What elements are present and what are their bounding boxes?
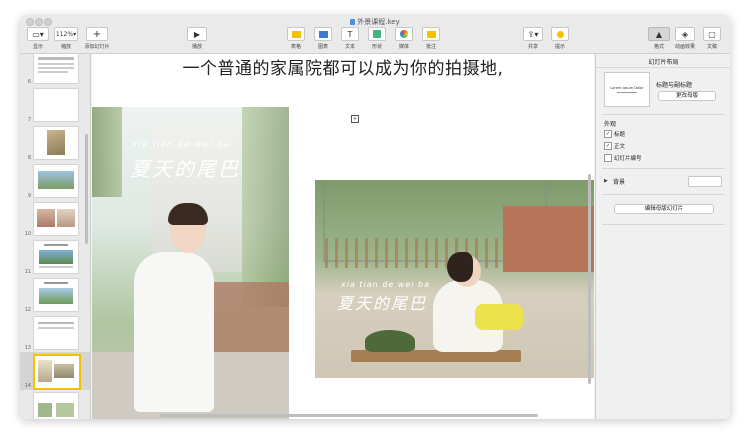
brick-wall-shape <box>212 282 289 352</box>
keynote-window: 外景课程.key ▭▾ 显示 112% ▾ 缩放 + 添加幻灯片 ▶ 播放 表格 … <box>20 15 730 419</box>
inspector-divider <box>602 114 725 115</box>
view-icon: ▭▾ <box>27 27 49 41</box>
slide-canvas[interactable]: 一个普通的家属院都可以成为你的拍摄地, xia tian de wei ba 夏… <box>92 54 594 419</box>
share-button[interactable]: ⇪▾ 共享 <box>522 27 544 50</box>
overlay-pinyin-left: xia tian de wei ba <box>132 140 230 150</box>
zoom-select[interactable]: 112% ▾ <box>54 27 78 41</box>
thumbnail-image <box>33 164 79 198</box>
comment-icon <box>422 27 440 41</box>
slide-number-checkbox[interactable] <box>604 154 612 162</box>
play-button[interactable]: ▶ 播放 <box>186 27 208 50</box>
keynote-doc-icon <box>350 19 356 25</box>
body-checkbox-label: 正文 <box>614 144 626 150</box>
share-icon: ⇪▾ <box>523 27 543 41</box>
table-icon <box>287 27 305 41</box>
text-icon: T <box>341 27 359 41</box>
lightbulb-icon <box>551 27 569 41</box>
media-button[interactable]: 媒体 <box>394 27 414 50</box>
chart-button[interactable]: 图表 <box>313 27 333 50</box>
zoom-control[interactable]: 112% ▾ 缩放 <box>54 27 78 50</box>
slide-thumbnail[interactable]: 12 <box>20 276 90 314</box>
comment-button[interactable]: 批注 <box>421 27 441 50</box>
document-button[interactable]: ▢ 文稿 <box>702 27 722 50</box>
slide-navigator[interactable]: 6 7 8 9 10 11 12 13 14 <box>20 54 91 419</box>
girl-hair-shape <box>447 252 473 282</box>
canvas-horizontal-scrollbar[interactable] <box>160 414 538 417</box>
background-color-well[interactable] <box>688 176 722 187</box>
girl-dress-shape <box>134 252 214 412</box>
document-icon: ▢ <box>703 27 721 41</box>
brick-building-shape <box>503 206 594 272</box>
slide-thumbnail[interactable]: 7 <box>20 86 90 124</box>
navigator-scrollbar[interactable] <box>85 134 88 244</box>
animate-icon: ◈ <box>675 27 695 41</box>
slide-thumbnail[interactable]: 15 <box>20 390 90 419</box>
slide-photo-right[interactable]: xia tian de wei ba 夏天的尾巴 <box>315 180 594 378</box>
chart-icon <box>314 27 332 41</box>
view-button[interactable]: ▭▾ 显示 <box>26 27 50 50</box>
slide-thumbnail-selected[interactable]: 14 <box>20 352 90 390</box>
overlay-pinyin-right: xia tian de wei ba <box>341 280 431 289</box>
thumbnail-image <box>33 392 79 419</box>
thumbnail-image <box>33 54 79 84</box>
canvas-vertical-scrollbar[interactable] <box>588 174 591 384</box>
slide-thumbnail[interactable]: 11 <box>20 238 90 276</box>
girl-hair-shape <box>168 203 208 225</box>
media-placeholder-icon[interactable]: + <box>351 115 359 123</box>
tips-button[interactable]: 提示 <box>550 27 570 50</box>
window-title: 外景课程.key <box>20 17 730 27</box>
girl-legs-shape <box>475 304 523 330</box>
overlay-chars-right: 夏天的尾巴 <box>337 294 428 313</box>
layout-thumb-line <box>617 92 637 93</box>
thumbnail-image <box>33 88 79 122</box>
slide-thumbnail[interactable]: 9 <box>20 162 90 200</box>
slide-photo-left[interactable]: xia tian de wei ba 夏天的尾巴 <box>92 107 289 419</box>
body-checkbox[interactable]: ✓ <box>604 142 612 150</box>
inspector-divider <box>602 194 725 195</box>
shape-button[interactable]: 形状 <box>367 27 387 50</box>
inspector-panel: 幻灯片布局 Lorem Ipsum Dolor 标题与副标题 更改母版 外观 ✓… <box>595 54 730 419</box>
inspector-divider <box>602 224 725 225</box>
edit-master-slide-button[interactable]: 编辑母版幻灯片 <box>614 204 714 214</box>
format-button[interactable]: ▲ 格式 <box>648 27 670 50</box>
paintbrush-icon: ▲ <box>648 27 670 41</box>
layout-name: 标题与副标题 <box>656 82 693 89</box>
tree-shape <box>242 107 289 307</box>
thumbnail-image <box>33 240 79 274</box>
inspector-header: 幻灯片布局 <box>596 54 730 68</box>
add-slide-button[interactable]: + 添加幻灯片 <box>82 27 112 50</box>
title-checkbox[interactable]: ✓ <box>604 130 612 138</box>
play-icon: ▶ <box>187 27 207 41</box>
appearance-heading: 外观 <box>604 121 617 128</box>
slide-thumbnail[interactable]: 13 <box>20 314 90 352</box>
overlay-chars-left: 夏天的尾巴 <box>130 157 240 181</box>
slide-thumbnail[interactable]: 8 <box>20 124 90 162</box>
inspector-divider <box>602 168 725 169</box>
media-icon <box>395 27 413 41</box>
thumbnail-image <box>33 316 79 350</box>
slide-thumbnail[interactable]: 10 <box>20 200 90 238</box>
plus-icon: + <box>86 27 108 41</box>
change-master-button[interactable]: 更改母版 <box>658 91 716 101</box>
animate-button[interactable]: ◈ 动画效果 <box>672 27 698 50</box>
slide-number-checkbox-label: 幻灯片编号 <box>614 156 642 162</box>
slide-thumbnail[interactable]: 6 <box>20 54 90 86</box>
text-button[interactable]: T 文本 <box>340 27 360 50</box>
toolbar: 外景课程.key ▭▾ 显示 112% ▾ 缩放 + 添加幻灯片 ▶ 播放 表格 … <box>20 15 730 54</box>
disclosure-triangle-icon[interactable]: ▶ <box>604 178 608 184</box>
thumbnail-image <box>33 278 79 312</box>
tree-shape <box>92 107 122 197</box>
background-label: 背景 <box>613 179 626 186</box>
layout-thumbnail[interactable]: Lorem Ipsum Dolor <box>604 72 650 107</box>
thumbnail-image <box>33 202 79 236</box>
shape-icon <box>368 27 386 41</box>
slide-title[interactable]: 一个普通的家属院都可以成为你的拍摄地, <box>92 54 594 79</box>
title-checkbox-label: 标题 <box>614 132 626 138</box>
plant-shape <box>365 330 415 352</box>
table-button[interactable]: 表格 <box>286 27 306 50</box>
thumbnail-image <box>33 354 81 390</box>
thumbnail-image <box>33 126 79 160</box>
